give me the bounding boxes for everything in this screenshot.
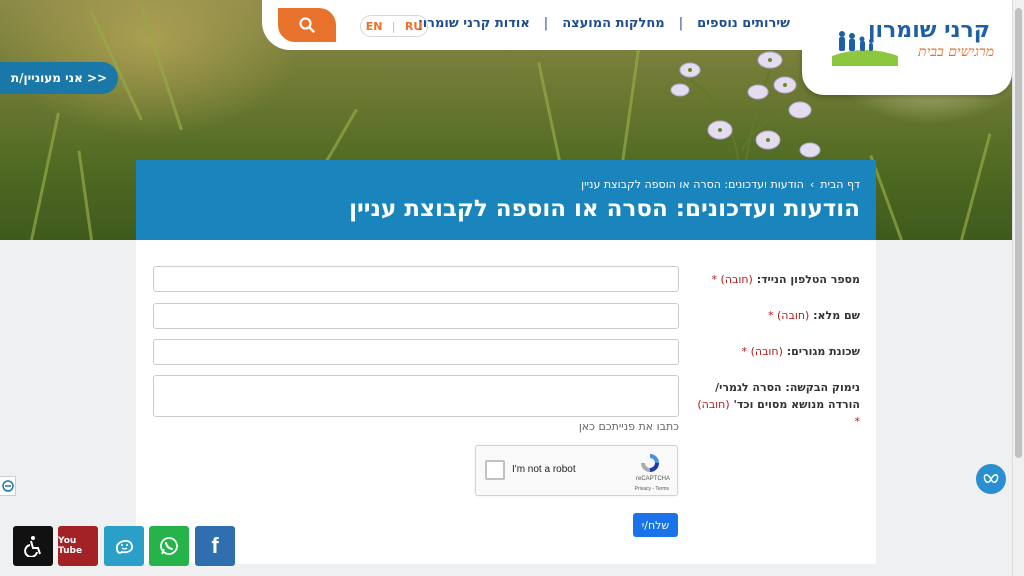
nav-item-services[interactable]: שירותים נוספים <box>697 16 790 31</box>
logo-title: קרני שומרון <box>867 18 990 43</box>
whatsapp-button[interactable] <box>149 526 189 566</box>
language-switcher: EN | RU <box>360 15 428 37</box>
top-nav: אודות קרני שומרון | מחלקות המועצה | שירו… <box>262 0 822 50</box>
logo-subtitle: מרגישים בבית <box>918 44 994 60</box>
page-title: הודעות ועדכונים: הסרה או הוספה לקבוצת ענ… <box>349 196 860 222</box>
recaptcha-brand: reCAPTCHA <box>635 476 670 482</box>
submit-button[interactable]: שלח/י <box>633 513 678 537</box>
youtube-button[interactable]: You Tube <box>58 526 98 566</box>
interest-tab[interactable]: << אני מעוניין/ת <box>0 62 118 94</box>
breadcrumb-home[interactable]: דף הבית <box>820 178 860 191</box>
breadcrumb-current: הודעות ועדכונים: הסרה או הוספה לקבוצת ענ… <box>581 178 804 191</box>
accessibility-button[interactable] <box>13 526 53 566</box>
name-label: שם מלא: (חובה) * <box>767 309 860 322</box>
phone-input[interactable] <box>153 266 679 292</box>
neighborhood-input[interactable] <box>153 339 679 365</box>
accessibility-icon <box>24 536 41 557</box>
page-header: דף הבית › הודעות ועדכונים: הסרה או הוספה… <box>136 160 876 240</box>
recaptcha-widget: I'm not a robot reCAPTCHA Privacy - Term… <box>475 445 678 496</box>
nav-separator: | <box>678 16 684 31</box>
reason-hint: כתבו את פנייתכם כאן <box>578 420 679 433</box>
reason-label: נימוק הבקשה: הסרה לגמרי/ הורדה מנושא מסו… <box>697 381 860 428</box>
recaptcha-terms[interactable]: Privacy - Terms <box>635 486 669 492</box>
waze-button[interactable] <box>104 526 144 566</box>
breadcrumb: דף הבית › הודעות ועדכונים: הסרה או הוספה… <box>581 178 860 191</box>
page-scrollbar[interactable] <box>1012 0 1024 576</box>
search-icon <box>299 17 315 33</box>
butterfly-icon <box>983 474 999 483</box>
recaptcha-logo-icon <box>641 454 659 472</box>
lang-en[interactable]: EN <box>366 20 383 33</box>
nav-separator: | <box>543 16 549 31</box>
waze-icon <box>116 539 133 554</box>
chat-icon <box>1 480 14 492</box>
nav-item-about[interactable]: אודות קרני שומרון <box>418 16 530 31</box>
lang-separator: | <box>391 19 396 33</box>
breadcrumb-separator: › <box>809 178 815 191</box>
facebook-button[interactable]: f <box>195 526 235 566</box>
neighborhood-label: שכונת מגורים: (חובה) * <box>741 345 860 358</box>
facebook-icon: f <box>211 533 219 558</box>
youtube-icon: You Tube <box>58 536 83 556</box>
recaptcha-label: I'm not a robot <box>512 464 576 475</box>
lang-ru[interactable]: RU <box>405 20 422 33</box>
name-input[interactable] <box>153 303 679 329</box>
scrollbar-thumb[interactable] <box>1015 8 1022 458</box>
reason-textarea[interactable] <box>153 375 679 417</box>
phone-label: מספר הטלפון הנייד: (חובה) * <box>711 273 860 286</box>
side-widget-button[interactable] <box>0 476 16 496</box>
nav-item-departments[interactable]: מחלקות המועצה <box>562 16 665 31</box>
nav-links: אודות קרני שומרון | מחלקות המועצה | שירו… <box>418 16 790 31</box>
floating-help-button[interactable] <box>976 464 1006 494</box>
recaptcha-checkbox[interactable] <box>485 460 505 480</box>
site-logo[interactable]: קרני שומרון מרגישים בבית <box>802 0 1012 95</box>
search-button[interactable] <box>278 8 336 42</box>
form-container: מספר הטלפון הנייד: (חובה) * שם מלא: (חוב… <box>136 240 876 564</box>
whatsapp-icon <box>160 537 178 555</box>
